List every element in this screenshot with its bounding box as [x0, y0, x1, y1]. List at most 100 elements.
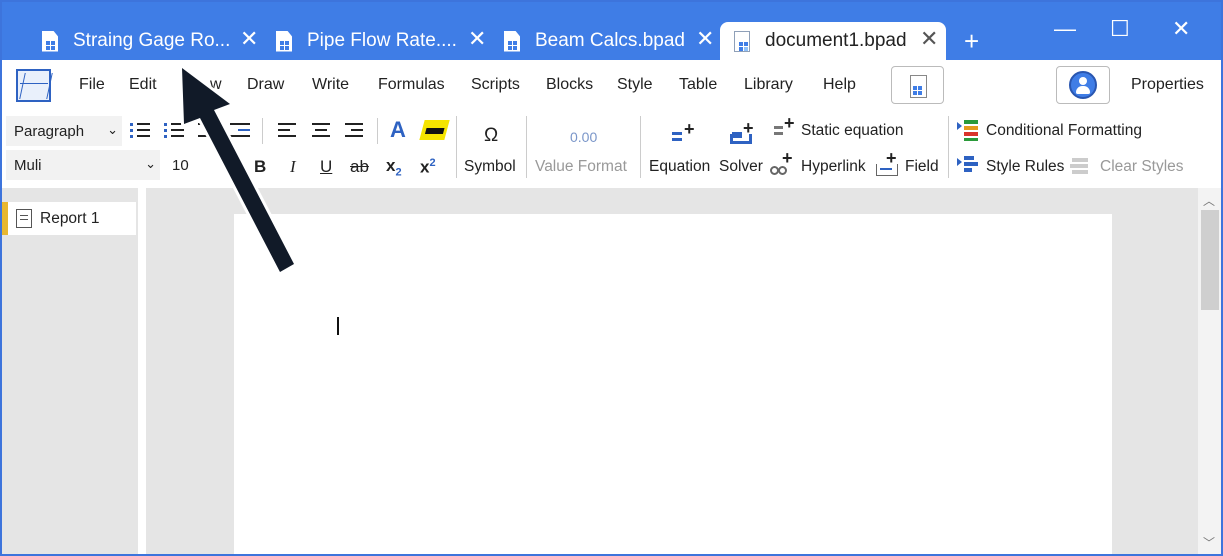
document-icon [42, 30, 58, 52]
clear-styles-icon [1070, 156, 1092, 176]
menu-view[interactable]: w [210, 76, 222, 94]
highlight-icon[interactable] [419, 120, 450, 140]
close-icon[interactable]: ✕ [920, 28, 938, 50]
tab-label: document1.bpad [765, 30, 907, 51]
increase-indent-icon[interactable] [230, 122, 250, 138]
solver-icon[interactable]: + [730, 119, 756, 146]
toolbar-separator [377, 118, 378, 144]
properties-button[interactable]: Properties [1131, 76, 1204, 94]
document-canvas [146, 188, 1198, 554]
maximize-icon[interactable]: ☐ [1110, 16, 1130, 42]
title-bar: Straing Gage Ro... ✕ Pipe Flow Rate.... … [2, 2, 1221, 60]
vertical-scrollbar[interactable]: ︿ ﹀ [1198, 188, 1221, 554]
text-color-icon[interactable]: A [390, 119, 406, 141]
paragraph-style-value: Paragraph [14, 122, 85, 140]
conditional-formatting-icon[interactable] [957, 120, 979, 141]
italic-button[interactable]: I [290, 158, 296, 175]
toolbar-separator [526, 116, 527, 178]
tab-label: Beam Calcs.bpad [535, 30, 685, 51]
close-icon[interactable]: ✕ [468, 28, 486, 50]
tab-pipe-flow-rate[interactable]: Pipe Flow Rate.... ✕ [276, 22, 502, 60]
new-tab-icon[interactable]: + [964, 26, 979, 57]
tab-label: Pipe Flow Rate.... [307, 30, 457, 51]
hyperlink-button[interactable]: Hyperlink [801, 158, 866, 176]
hyperlink-icon[interactable]: + [770, 149, 796, 176]
menu-bar: File Edit w Draw Write Formulas Scripts … [2, 60, 1221, 108]
chevron-down-icon: ⌄ [107, 122, 118, 137]
field-icon[interactable]: + [876, 149, 902, 178]
user-icon [1069, 71, 1097, 99]
document-icon [504, 30, 520, 52]
text-cursor [337, 317, 339, 335]
page-layout-button[interactable] [891, 66, 944, 104]
app-logo-icon[interactable] [16, 69, 51, 102]
sidebar-item-report-1[interactable]: Report 1 [2, 202, 136, 235]
document-icon [734, 30, 750, 52]
sidebar-item-label: Report 1 [40, 210, 100, 227]
style-rules-icon[interactable] [957, 156, 979, 176]
menu-formulas[interactable]: Formulas [378, 76, 445, 94]
solver-button[interactable]: Solver [719, 158, 763, 176]
align-center-icon[interactable] [312, 122, 332, 138]
tab-document1[interactable]: document1.bpad ✕ [720, 22, 946, 60]
static-equation-button[interactable]: Static equation [801, 122, 904, 140]
superscript-button[interactable]: x2 [420, 158, 436, 176]
menu-help[interactable]: Help [823, 76, 856, 94]
menu-style[interactable]: Style [617, 76, 653, 94]
font-value: Muli [14, 156, 42, 174]
minimize-icon[interactable]: — [1054, 16, 1076, 42]
scrollbar-thumb[interactable] [1201, 210, 1219, 310]
document-page[interactable] [234, 214, 1112, 554]
menu-scripts[interactable]: Scripts [471, 76, 520, 94]
static-equation-icon[interactable]: + [774, 114, 798, 138]
report-page-icon [16, 209, 32, 228]
menu-file[interactable]: File [79, 76, 105, 94]
symbol-button[interactable]: Symbol [464, 158, 516, 176]
toolbar-separator [262, 118, 263, 144]
user-account-button[interactable] [1056, 66, 1110, 104]
bold-button[interactable]: B [254, 158, 266, 175]
paragraph-style-select[interactable]: Paragraph ⌄ [6, 116, 122, 146]
menu-edit[interactable]: Edit [129, 76, 157, 94]
font-select[interactable]: Muli ⌄ [6, 150, 160, 180]
conditional-formatting-button[interactable]: Conditional Formatting [986, 122, 1142, 140]
style-rules-button[interactable]: Style Rules [986, 158, 1064, 176]
value-format-button: Value Format [535, 158, 627, 175]
equation-button[interactable]: Equation [649, 158, 710, 176]
toolbar-separator [948, 116, 949, 178]
font-size-field[interactable]: 10 [164, 150, 244, 180]
menu-table[interactable]: Table [679, 76, 717, 94]
decrease-indent-icon[interactable] [198, 122, 218, 138]
value-format-icon: 0.00 [570, 129, 598, 145]
equation-icon[interactable]: + [672, 120, 696, 144]
omega-icon[interactable]: Ω [484, 126, 498, 145]
menu-blocks[interactable]: Blocks [546, 76, 593, 94]
scroll-up-icon[interactable]: ︿ [1203, 192, 1215, 209]
menu-draw[interactable]: Draw [247, 76, 284, 94]
font-size-value: 10 [172, 156, 189, 174]
menu-library[interactable]: Library [744, 76, 793, 94]
tab-straing-gage[interactable]: Straing Gage Ro... ✕ [42, 22, 274, 60]
align-right-icon[interactable] [345, 122, 365, 138]
superscript-mark: 2 [429, 157, 436, 169]
close-icon[interactable]: ✕ [696, 28, 714, 50]
close-window-icon[interactable]: ✕ [1172, 16, 1190, 42]
numbered-list-icon[interactable] [164, 122, 184, 138]
align-left-icon[interactable] [278, 122, 298, 138]
close-icon[interactable]: ✕ [240, 28, 258, 50]
app-window: Straing Gage Ro... ✕ Pipe Flow Rate.... … [0, 0, 1223, 556]
strikethrough-button[interactable]: ab [350, 158, 369, 175]
clear-styles-button: Clear Styles [1100, 158, 1184, 175]
subscript-mark: 2 [395, 166, 402, 179]
document-icon [276, 30, 292, 52]
toolbar-separator [640, 116, 641, 178]
reports-sidebar: Report 1 [2, 188, 138, 554]
scroll-down-icon[interactable]: ﹀ [1203, 534, 1215, 551]
underline-button[interactable]: U [320, 158, 332, 175]
field-button[interactable]: Field [905, 158, 939, 176]
subscript-button[interactable]: x2 [386, 157, 402, 178]
toolbar-separator [456, 116, 457, 178]
bullet-list-icon[interactable] [130, 122, 150, 138]
menu-write[interactable]: Write [312, 76, 349, 94]
tab-beam-calcs[interactable]: Beam Calcs.bpad ✕ [504, 22, 720, 60]
